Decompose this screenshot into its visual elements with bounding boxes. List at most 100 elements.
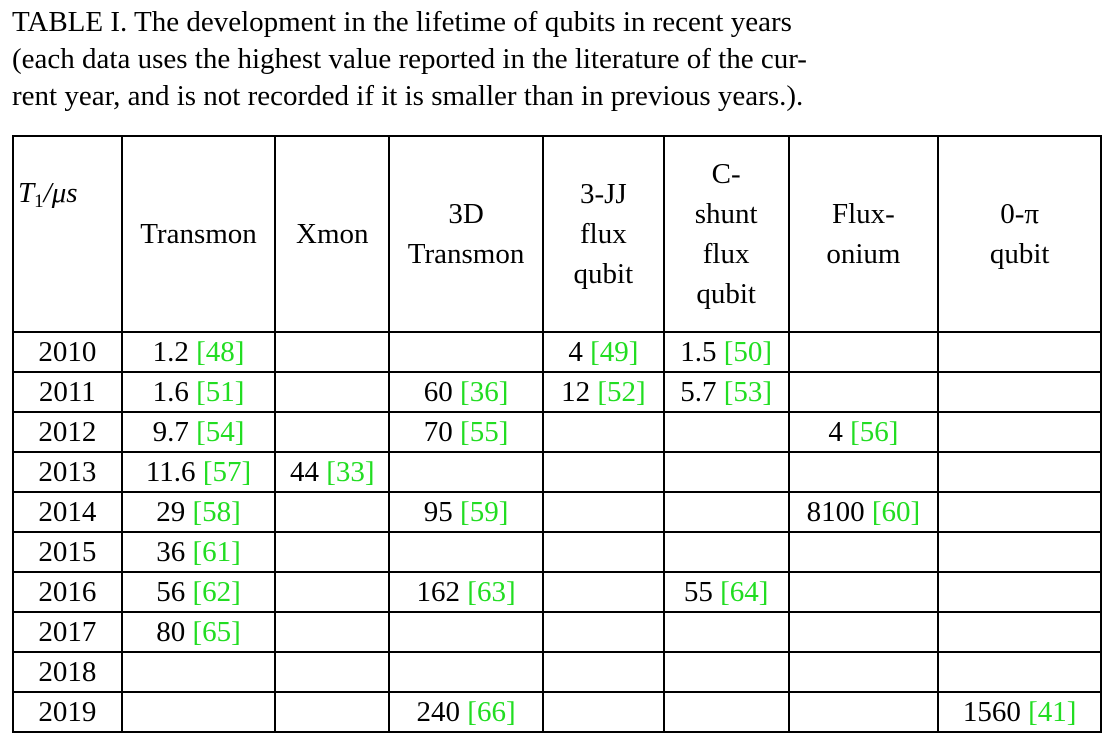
citation-link[interactable]: [60] (872, 496, 920, 528)
lifetime-value: 5.7 (680, 376, 724, 408)
value-cell (787, 651, 940, 693)
citation-link[interactable]: [49] (590, 336, 638, 368)
citation-link[interactable]: [63] (467, 576, 515, 608)
column-header: 3D Transmon (388, 135, 544, 333)
citation-link[interactable]: [56] (850, 416, 898, 448)
citation-link[interactable]: [33] (326, 456, 374, 488)
value-cell (274, 611, 391, 653)
lifetime-value: 55 (683, 576, 721, 608)
caption-line: TABLE I. The development in the lifetime… (12, 6, 792, 38)
value-cell: 4 [49] (541, 331, 665, 373)
citation-link[interactable]: [62] (192, 576, 240, 608)
year-column-header: T1/μs (12, 135, 123, 333)
qubit-lifetime-table: T1/μs Transmon Xmon 3D Transmon 3-JJ flux qubi… (12, 135, 1102, 733)
value-cell (662, 451, 790, 493)
column-header-line: 3-JJ (579, 178, 627, 210)
value-cell (541, 531, 665, 573)
lifetime-value: 240 (416, 696, 468, 728)
citation-link[interactable]: [53] (724, 376, 772, 408)
citation-link[interactable]: [41] (1028, 696, 1076, 728)
citation-link[interactable]: [55] (460, 416, 508, 448)
citation-link[interactable]: [48] (196, 336, 244, 368)
value-cell: 5.7 [53] (662, 371, 790, 413)
value-cell (120, 691, 277, 733)
value-cell (388, 651, 544, 693)
value-cell (937, 371, 1102, 413)
value-cell (787, 531, 940, 573)
t1-subscript: 1 (34, 191, 44, 212)
table-row: 2018 (12, 651, 1102, 693)
table-header-row: T1/μs Transmon Xmon 3D Transmon 3-JJ flux qubi… (12, 135, 1102, 333)
value-cell (787, 691, 940, 733)
lifetime-value: 11.6 (145, 456, 203, 488)
column-header: Transmon (120, 135, 277, 333)
value-cell: 95 [59] (388, 491, 544, 533)
citation-link[interactable]: [66] (467, 696, 515, 728)
year-cell: 2018 (12, 651, 123, 693)
table-row: 2019 240 [66] 1560 [41] (12, 691, 1102, 733)
column-header-line: Xmon (296, 218, 369, 250)
value-cell: 4 [56] (787, 411, 940, 453)
lifetime-value: 9.7 (152, 416, 197, 448)
value-cell: 9.7 [54] (120, 411, 277, 453)
value-cell (388, 331, 544, 373)
table-body: 2010 1.2 [48] 4 [49] 1.5 [50] 2011 1.6 [51] 60… (12, 331, 1102, 733)
column-header: 0-π qubit (937, 135, 1102, 333)
column-header-line: qubit (989, 238, 1050, 270)
value-cell: 44 [33] (274, 451, 391, 493)
value-cell (541, 611, 665, 653)
column-header-line: shunt (694, 198, 758, 230)
citation-link[interactable]: [52] (597, 376, 645, 408)
year-cell: 2019 (12, 691, 123, 733)
lifetime-value: 29 (156, 496, 193, 528)
value-cell (787, 611, 940, 653)
value-cell: 29 [58] (120, 491, 277, 533)
value-cell (787, 571, 940, 613)
value-cell: 162 [63] (388, 571, 544, 613)
citation-link[interactable]: [65] (192, 616, 240, 648)
table-row: 2013 11.6 [57] 44 [33] (12, 451, 1102, 493)
value-cell: 55 [64] (662, 571, 790, 613)
column-header-line: flux (702, 238, 750, 270)
citation-link[interactable]: [36] (460, 376, 508, 408)
caption-line: rent year, and is not recorded if it is … (12, 80, 804, 112)
value-cell (388, 611, 544, 653)
citation-link[interactable]: [50] (724, 336, 772, 368)
value-cell (662, 651, 790, 693)
value-cell (662, 691, 790, 733)
citation-link[interactable]: [59] (460, 496, 508, 528)
value-cell (937, 611, 1102, 653)
lifetime-value: 95 (423, 496, 461, 528)
lifetime-value: 36 (156, 536, 193, 568)
lifetime-value: 4 (828, 416, 851, 448)
value-cell (937, 651, 1102, 693)
value-cell (274, 651, 391, 693)
year-cell: 2015 (12, 531, 123, 573)
table-row: 2012 9.7 [54] 70 [55] 4 [56] (12, 411, 1102, 453)
column-header-line: 0-π (1000, 198, 1040, 230)
column-header-line: 3D (448, 198, 484, 230)
citation-link[interactable]: [61] (192, 536, 240, 568)
citation-link[interactable]: [54] (196, 416, 244, 448)
column-header-line: Transmon (140, 218, 257, 250)
table-row: 2017 80 [65] (12, 611, 1102, 653)
value-cell (937, 411, 1102, 453)
citation-link[interactable]: [58] (192, 496, 240, 528)
value-cell (787, 371, 940, 413)
column-header-line: qubit (573, 258, 634, 290)
value-cell: 1.6 [51] (120, 371, 277, 413)
column-header-line: C- (711, 158, 741, 190)
value-cell (541, 651, 665, 693)
value-cell: 56 [62] (120, 571, 277, 613)
table-row: 2015 36 [61] (12, 531, 1102, 573)
lifetime-value: 56 (156, 576, 193, 608)
value-cell: 60 [36] (388, 371, 544, 413)
citation-link[interactable]: [64] (720, 576, 768, 608)
lifetime-value: 1.6 (152, 376, 197, 408)
lifetime-value: 1560 (962, 696, 1029, 728)
t1-unit: /μs (43, 177, 78, 209)
value-cell (274, 531, 391, 573)
value-cell (937, 331, 1102, 373)
citation-link[interactable]: [57] (203, 456, 251, 488)
citation-link[interactable]: [51] (196, 376, 244, 408)
